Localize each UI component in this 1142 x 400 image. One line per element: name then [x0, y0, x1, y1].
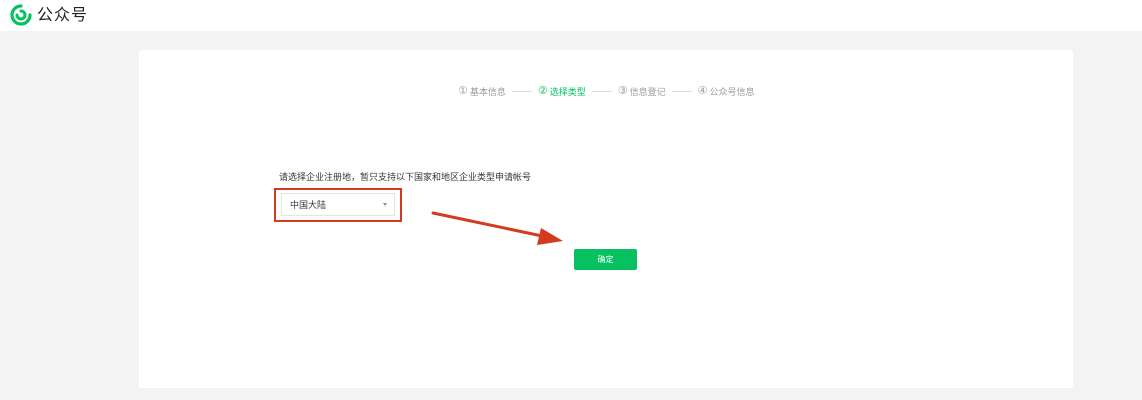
step-label: 公众号信息 [709, 87, 755, 98]
step-number: ② [537, 84, 548, 97]
step-number: ④ [697, 84, 708, 97]
step-label: 选择类型 [549, 87, 586, 98]
main-card: ① 基本信息 ② 选择类型 ③ 信息登记 ④ 公众号信息 请选择企业注册地，暂只… [139, 50, 1073, 388]
step-number: ① [458, 84, 468, 97]
step-divider [511, 90, 532, 92]
wechat-official-account-logo-icon [10, 4, 32, 26]
step-number: ③ [617, 84, 628, 97]
progress-steps: ① 基本信息 ② 选择类型 ③ 信息登记 ④ 公众号信息 [458, 83, 755, 99]
region-select-value: 中国大陆 [290, 201, 327, 211]
top-bar: 公众号 [0, 0, 1142, 31]
brand[interactable]: 公众号 [10, 4, 88, 26]
step-divider [591, 90, 612, 92]
brand-name: 公众号 [37, 5, 89, 24]
caret-down-icon [383, 203, 387, 206]
step-divider [671, 90, 692, 92]
step-label: 信息登记 [629, 87, 666, 98]
step-select-type: ② 选择类型 [538, 84, 586, 98]
region-prompt: 请选择企业注册地，暂只支持以下国家和地区企业类型申请帐号 [279, 173, 532, 183]
step-basic-info: ① 基本信息 [458, 84, 506, 98]
step-info-registration: ③ 信息登记 [618, 84, 666, 98]
step-account-info: ④ 公众号信息 [698, 84, 755, 98]
red-arrow-icon [431, 211, 563, 245]
region-select[interactable]: 中国大陆 [281, 193, 395, 216]
confirm-button[interactable]: 确定 [574, 249, 637, 270]
step-label: 基本信息 [469, 87, 506, 98]
